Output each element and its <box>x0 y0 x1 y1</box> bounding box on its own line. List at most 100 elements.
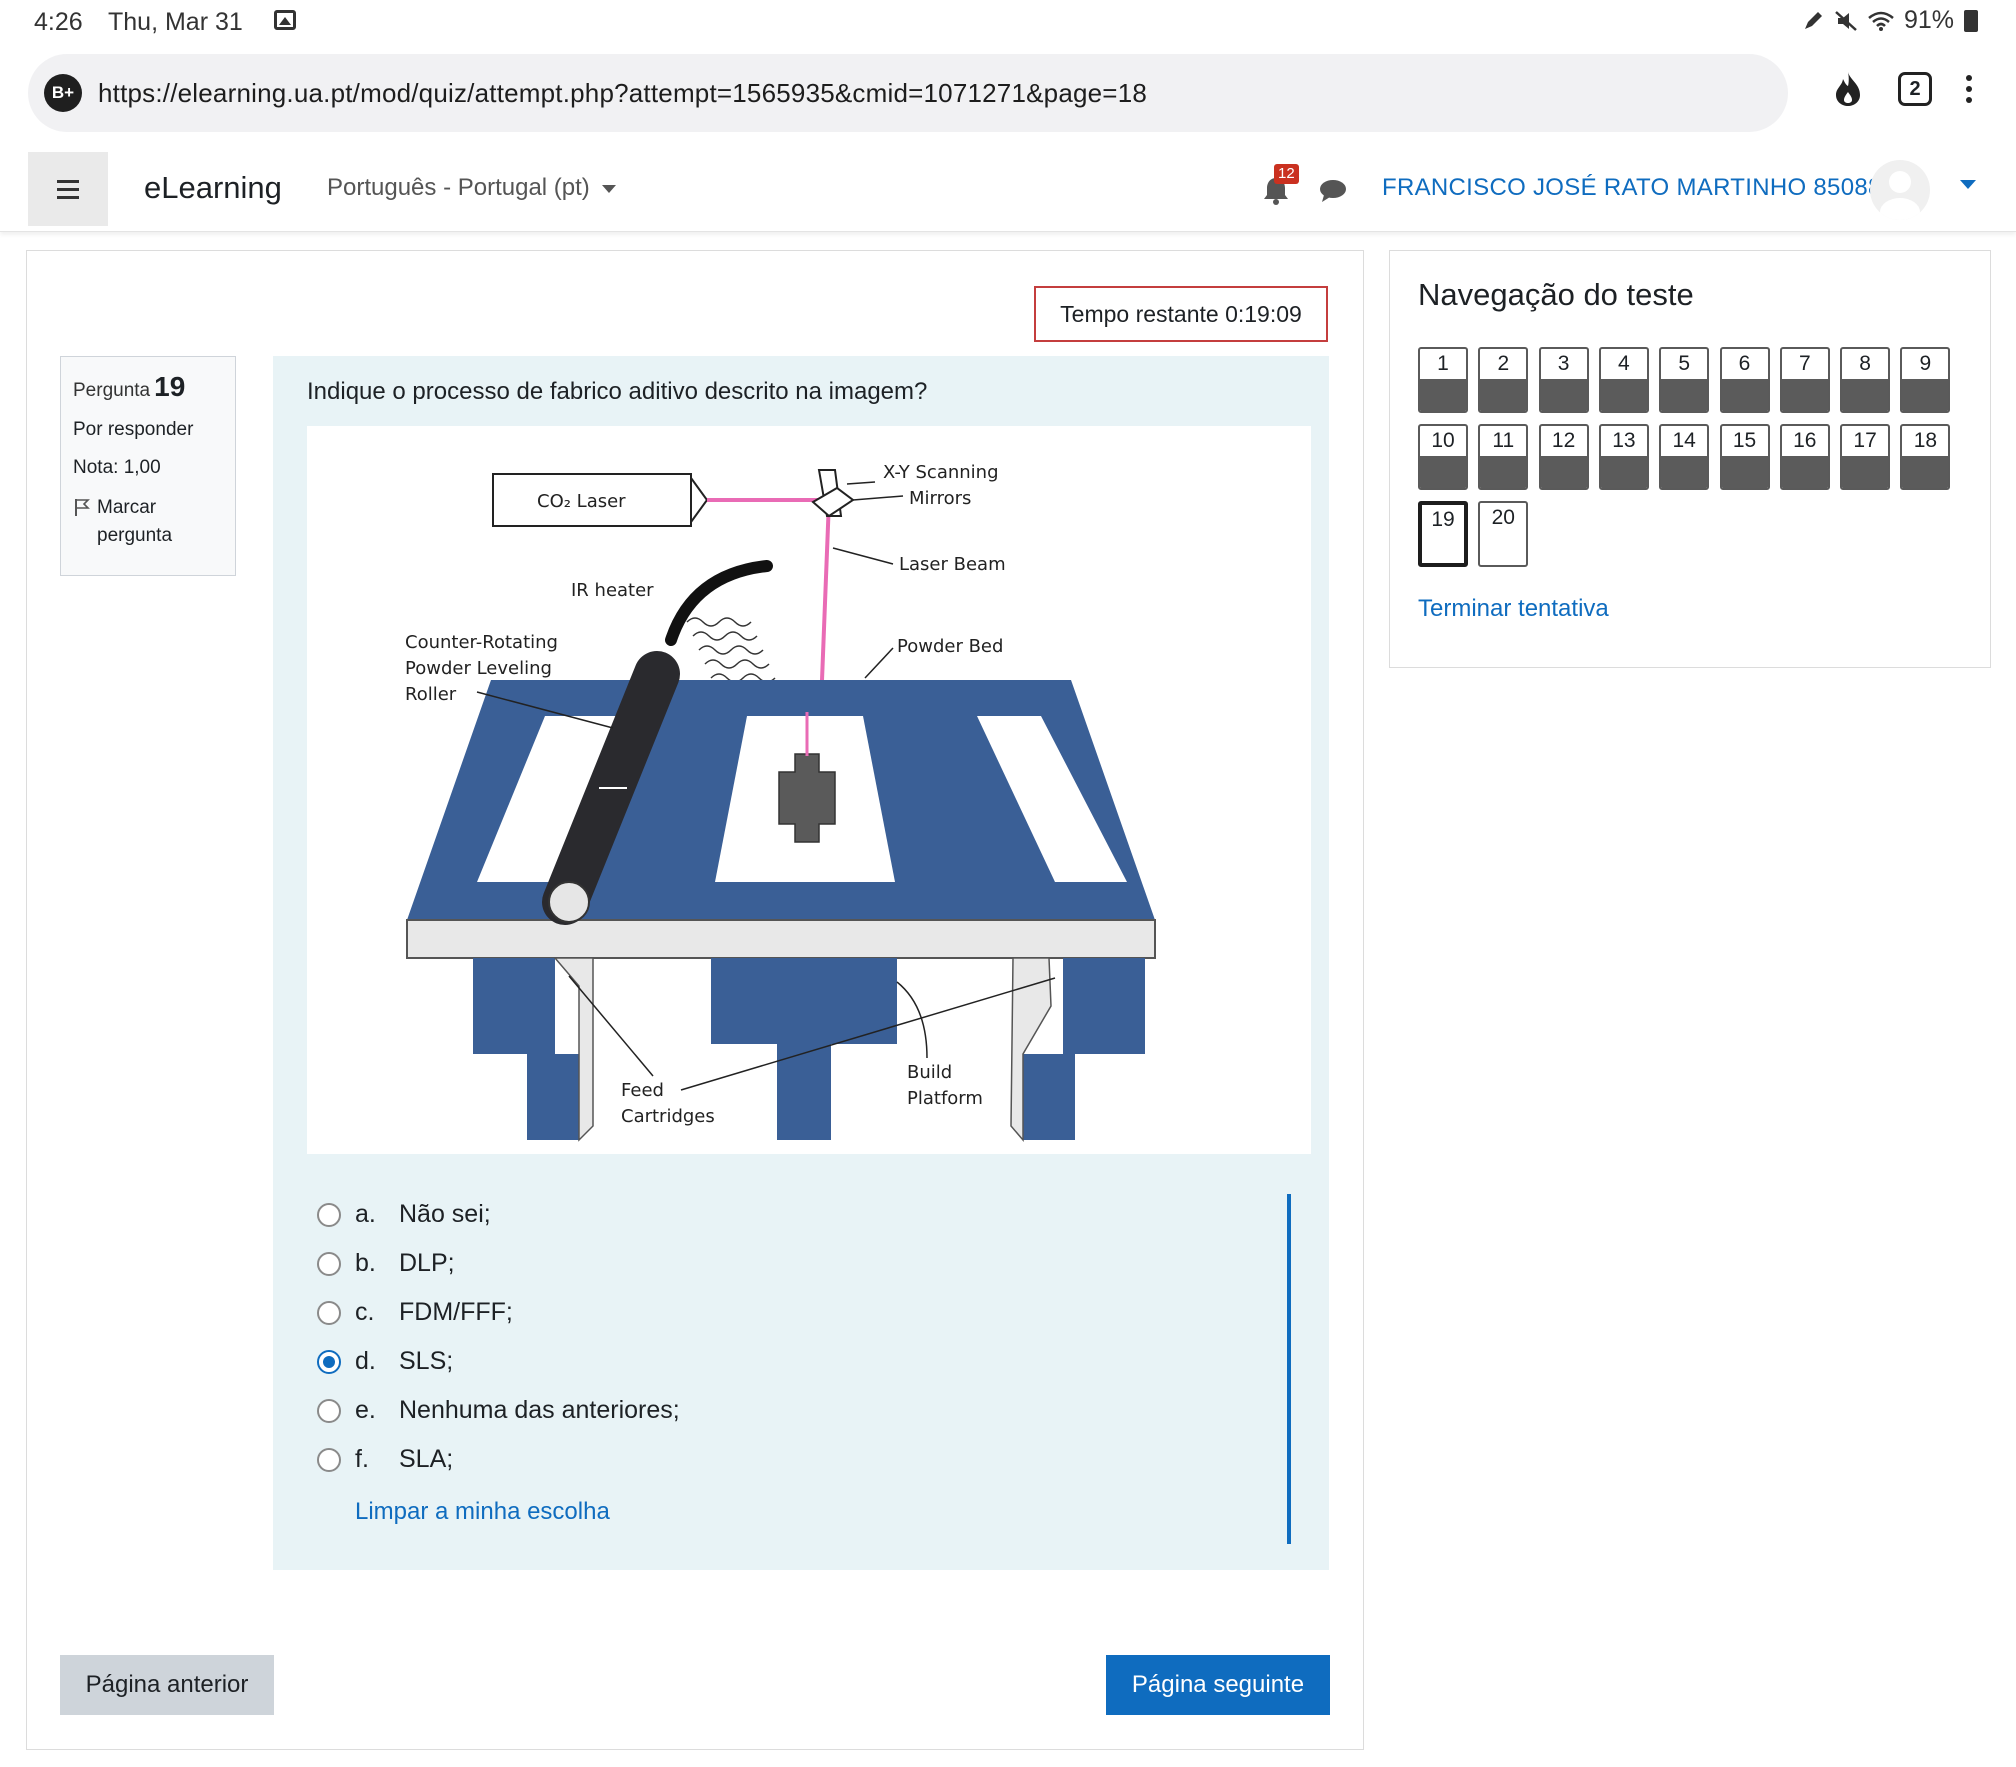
answer-option[interactable]: c. FDM/FFF; <box>317 1288 680 1337</box>
site-brand[interactable]: eLearning <box>144 170 282 206</box>
answer-text: FDM/FFF; <box>399 1298 513 1326</box>
answer-radio[interactable] <box>317 1349 341 1374</box>
quiz-nav-number: 14 <box>1672 429 1696 452</box>
url-text[interactable]: https://elearning.ua.pt/mod/quiz/attempt… <box>98 78 1147 109</box>
label-laser-beam: Laser Beam <box>899 554 1006 575</box>
quiz-nav-number: 6 <box>1738 352 1751 375</box>
answer-letter: f. <box>355 1445 369 1473</box>
quiz-nav-button[interactable]: 15 <box>1719 424 1770 490</box>
answer-letter: b. <box>355 1249 376 1277</box>
quiz-nav-button[interactable]: 20 <box>1478 501 1529 567</box>
answer-option[interactable]: a. Não sei; <box>317 1190 680 1239</box>
answer-radio[interactable] <box>317 1447 341 1472</box>
answered-fill <box>1781 379 1828 411</box>
answer-radio[interactable] <box>317 1251 341 1276</box>
flame-icon[interactable] <box>1832 70 1864 108</box>
flag-question-link[interactable]: Marcar pergunta <box>73 497 223 547</box>
tab-count-button[interactable]: 2 <box>1898 72 1932 106</box>
quiz-nav-number: 7 <box>1798 352 1811 375</box>
answered-fill <box>1661 456 1708 488</box>
flag-icon <box>75 499 90 516</box>
quiz-nav-number: 12 <box>1551 429 1576 452</box>
quiz-nav-button[interactable]: 3 <box>1538 347 1589 413</box>
quiz-nav-button[interactable]: 16 <box>1779 424 1830 490</box>
battery-percent: 91% <box>1903 6 1954 34</box>
quiz-nav-button[interactable]: 5 <box>1659 347 1710 413</box>
flag-label-2: pergunta <box>97 525 173 546</box>
answer-radio[interactable] <box>317 1398 341 1423</box>
quiz-nav-number: 11 <box>1492 429 1515 452</box>
answered-fill <box>1480 456 1527 488</box>
answered-fill <box>1480 379 1527 411</box>
quiz-nav-button[interactable]: 6 <box>1719 347 1770 413</box>
quiz-nav-button[interactable]: 13 <box>1598 424 1649 490</box>
language-selector[interactable]: Português - Portugal (pt) <box>327 174 616 202</box>
quiz-nav-button[interactable]: 19 <box>1418 501 1468 567</box>
quiz-navigation-panel: Navegação do teste 1 2 3 4 5 6 7 8 9 10 11 12 13 14 15… <box>1389 250 1991 668</box>
user-menu-chevron-icon[interactable] <box>1960 180 1976 189</box>
answer-text: DLP; <box>399 1249 455 1277</box>
answer-text: SLS; <box>399 1347 454 1375</box>
finish-attempt-link[interactable]: Terminar tentativa <box>1418 595 1609 623</box>
answered-fill <box>1540 379 1587 411</box>
sls-diagram: CO₂ Laser X-Y Scanning Mirrors Laser Bea… <box>307 426 1311 1154</box>
answer-option[interactable]: e. Nenhuma das anteriores; <box>317 1386 680 1435</box>
flag-label-1: Marcar <box>97 497 157 518</box>
site-navbar: eLearning Português - Portugal (pt) 12 F… <box>0 148 2016 232</box>
quiz-nav-button[interactable]: 9 <box>1900 347 1951 413</box>
quiz-nav-number: 13 <box>1612 429 1636 452</box>
quiz-nav-button[interactable]: 10 <box>1418 424 1468 490</box>
answer-option[interactable]: d. SLS; <box>317 1337 680 1386</box>
quiz-nav-button[interactable]: 1 <box>1418 347 1468 413</box>
previous-page-button[interactable]: Página anterior <box>60 1655 274 1715</box>
answer-radio[interactable] <box>317 1202 341 1227</box>
answer-option[interactable]: b. DLP; <box>317 1239 680 1288</box>
label-xy-mirrors-2: Mirrors <box>909 488 971 509</box>
quiz-nav-number: 3 <box>1557 352 1570 375</box>
quiz-nav-number: 2 <box>1497 352 1510 375</box>
quiz-nav-button[interactable]: 7 <box>1779 347 1830 413</box>
quiz-nav-button[interactable]: 11 <box>1478 424 1529 490</box>
pen-icon <box>1804 11 1822 29</box>
quiz-nav-button[interactable]: 14 <box>1659 424 1710 490</box>
notification-badge: 12 <box>1274 164 1299 184</box>
battery-icon <box>1964 9 1978 32</box>
quiz-nav-number: 15 <box>1732 429 1757 452</box>
question-number: 19 <box>154 371 186 402</box>
quiz-navigation-title: Navegação do teste <box>1418 277 1694 312</box>
quiz-nav-number: 20 <box>1491 506 1515 529</box>
label-co2-laser: CO₂ Laser <box>537 491 626 512</box>
user-avatar[interactable] <box>1870 160 1930 220</box>
label-powder-bed: Powder Bed <box>897 636 1003 657</box>
chevron-down-icon <box>601 184 616 193</box>
label-ir-heater: IR heater <box>571 580 654 601</box>
address-bar[interactable]: B+ https://elearning.ua.pt/mod/quiz/atte… <box>28 54 1788 132</box>
quiz-nav-button[interactable]: 18 <box>1900 424 1951 490</box>
answered-fill <box>1600 379 1647 411</box>
quiz-nav-button[interactable]: 8 <box>1840 347 1891 413</box>
clear-choice-link[interactable]: Limpar a minha escolha <box>355 1498 610 1526</box>
answer-text: SLA; <box>399 1445 454 1473</box>
answered-fill <box>1721 456 1768 488</box>
quiz-nav-number: 1 <box>1437 352 1449 375</box>
quiz-nav-button[interactable]: 17 <box>1840 424 1891 490</box>
next-page-button[interactable]: Página seguinte <box>1106 1655 1330 1715</box>
answer-radio[interactable] <box>317 1300 341 1325</box>
quiz-nav-button[interactable]: 12 <box>1538 424 1589 490</box>
answer-letter: d. <box>355 1347 376 1375</box>
chat-icon[interactable] <box>1318 178 1348 204</box>
quiz-nav-number: 10 <box>1431 429 1455 452</box>
answer-text: Nenhuma das anteriores; <box>399 1396 680 1424</box>
quiz-nav-number: 19 <box>1431 508 1455 531</box>
user-name[interactable]: FRANCISCO JOSÉ RATO MARTINHO 85088 <box>1382 174 1882 202</box>
answer-option[interactable]: f. SLA; <box>317 1435 680 1484</box>
answered-fill <box>1842 456 1889 488</box>
quiz-nav-button[interactable]: 2 <box>1478 347 1529 413</box>
menu-toggle-icon[interactable] <box>28 152 108 226</box>
status-bar: 4:26 Thu, Mar 31 91% <box>0 0 2016 44</box>
browser-actions: 2 <box>1832 70 1972 108</box>
browser-menu-icon[interactable] <box>1966 75 1972 103</box>
quiz-nav-button[interactable]: 4 <box>1598 347 1649 413</box>
answered-fill <box>1420 456 1466 488</box>
site-info-icon[interactable]: B+ <box>44 74 82 112</box>
